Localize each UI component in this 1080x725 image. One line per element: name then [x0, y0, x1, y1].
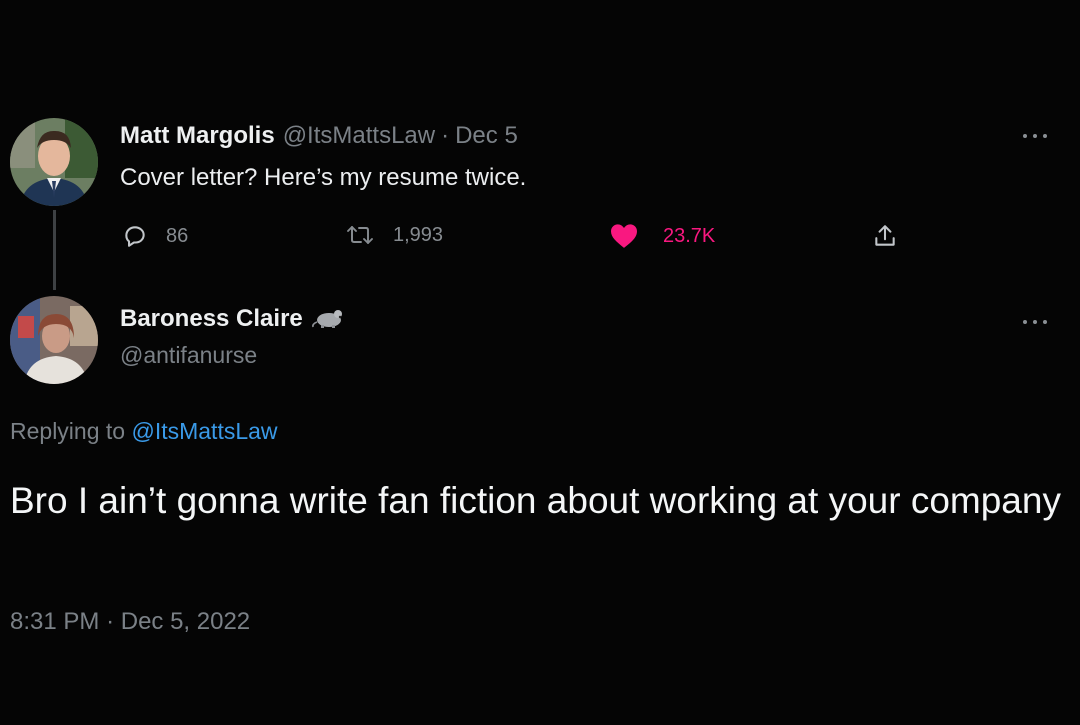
reply-button[interactable]: 86	[122, 223, 188, 249]
replying-to-line: Replying to @ItsMattsLaw	[10, 418, 278, 445]
avatar-image	[10, 296, 98, 384]
tweet-screenshot: Matt Margolis @ItsMattsLaw · Dec 5 Cover…	[0, 0, 1080, 725]
more-icon[interactable]	[1023, 318, 1047, 326]
like-heart-icon	[611, 224, 637, 248]
tweet2-time: 8:31 PM	[10, 608, 100, 635]
avatar-matt-margolis[interactable]	[10, 118, 98, 206]
tweet2-timestamp[interactable]: 8:31 PM · Dec 5, 2022	[10, 608, 250, 636]
tweet1-text: Cover letter? Here’s my resume twice.	[120, 164, 527, 191]
rat-emoji-icon	[311, 306, 347, 333]
tweet2-date: Dec 5, 2022	[120, 608, 251, 635]
retweet-count: 1,993	[393, 223, 444, 246]
tweet1-handle[interactable]: @ItsMattsLaw	[283, 122, 435, 150]
replying-mention-link[interactable]: @ItsMattsLaw	[131, 418, 277, 444]
more-icon[interactable]	[1023, 132, 1047, 140]
tweet2-header: Baroness Claire	[120, 305, 347, 333]
tweet1-display-name[interactable]: Matt Margolis	[120, 122, 275, 150]
tweet2-text: Bro I ain’t gonna write fan fiction abou…	[10, 480, 1061, 521]
tweet1-date[interactable]: Dec 5	[455, 122, 518, 150]
tweet2-display-name[interactable]: Baroness Claire	[120, 305, 303, 333]
avatar-baroness-claire[interactable]	[10, 296, 98, 384]
tweet1-header: Matt Margolis @ItsMattsLaw · Dec 5	[120, 122, 518, 150]
tweet2-separator: ·	[106, 608, 115, 635]
reply-icon	[125, 226, 145, 247]
share-button[interactable]	[872, 223, 898, 249]
like-button[interactable]: 23.7K	[609, 223, 715, 249]
reply-count: 86	[166, 224, 189, 247]
share-icon	[875, 225, 895, 246]
thread-connector-line	[53, 210, 56, 290]
like-count: 23.7K	[663, 224, 716, 247]
replying-prefix: Replying to	[10, 418, 126, 444]
tweet1-separator: ·	[441, 122, 450, 149]
tweet2-handle[interactable]: @antifanurse	[120, 342, 257, 369]
retweet-icon	[347, 226, 373, 244]
retweet-button[interactable]: 1,993	[345, 223, 443, 247]
avatar-image	[10, 118, 98, 206]
